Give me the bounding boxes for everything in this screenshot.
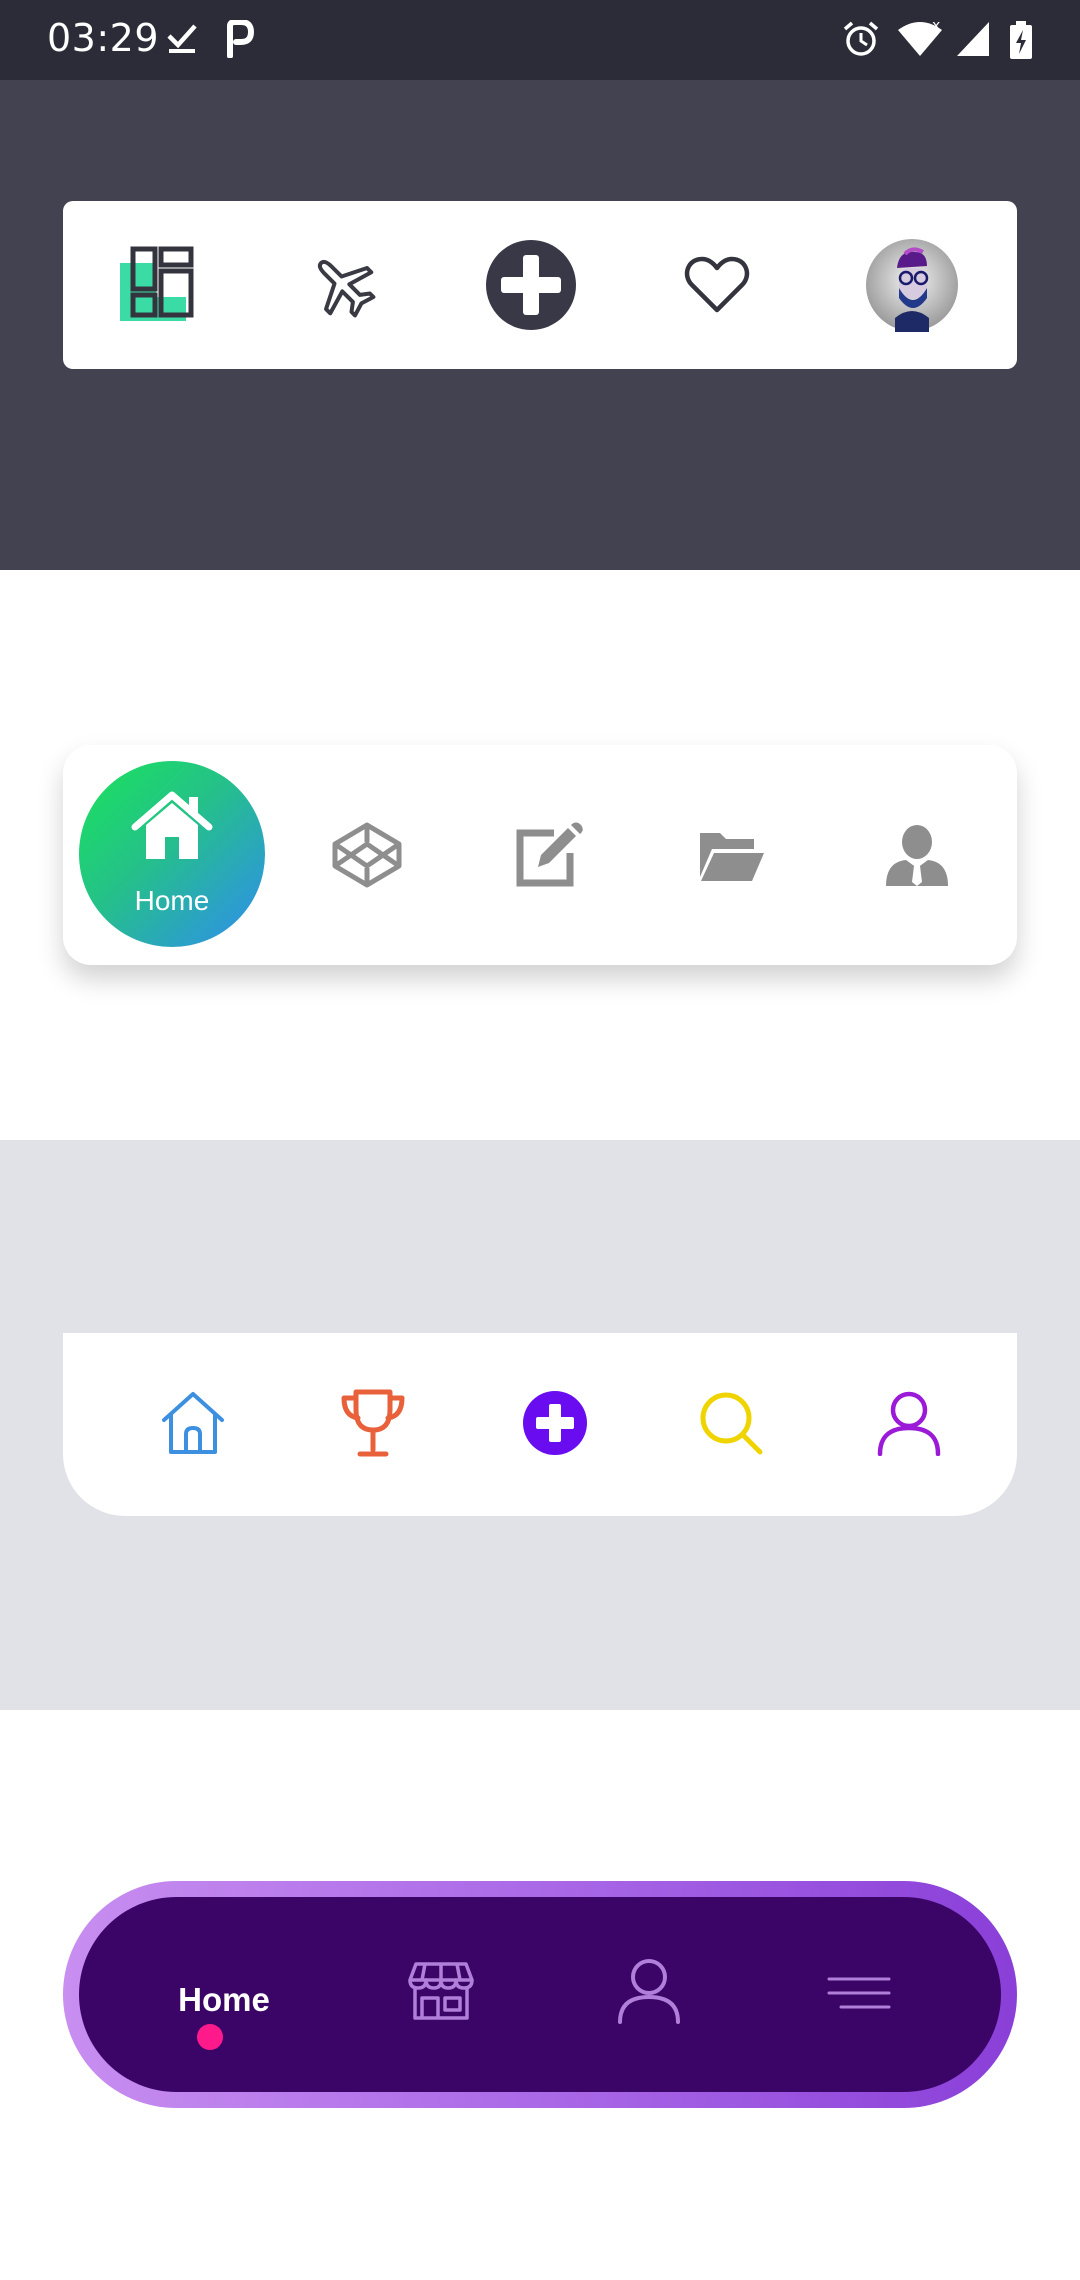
- bottom-nav-2: Home: [63, 745, 1017, 965]
- nav2-item-edit[interactable]: [495, 815, 603, 895]
- dashboard-icon: [117, 245, 197, 325]
- nav4-item-store[interactable]: [399, 1949, 483, 2033]
- p-notification-icon: [224, 20, 254, 58]
- menu-lines-icon: [827, 1975, 891, 2011]
- nav3-item-home[interactable]: [139, 1383, 247, 1463]
- nav3-item-trophy[interactable]: [319, 1383, 427, 1463]
- avatar: [865, 238, 959, 332]
- user-outline-icon: [617, 1958, 681, 2024]
- nav2-item-profile[interactable]: [863, 815, 971, 895]
- heart-icon: [684, 255, 750, 315]
- add-circle-icon: [485, 239, 577, 331]
- nav2-item-home[interactable]: Home: [79, 761, 265, 947]
- nav1-item-dashboard[interactable]: [103, 245, 211, 325]
- nav1-item-travel[interactable]: [289, 245, 397, 325]
- svg-text:x: x: [932, 20, 940, 34]
- home-outline-icon: [160, 1390, 226, 1456]
- nav4-item-home[interactable]: Home: [173, 1981, 275, 2019]
- nav3-item-search[interactable]: [677, 1383, 785, 1463]
- codepen-cube-icon: [332, 822, 402, 888]
- nav3-item-add[interactable]: [501, 1379, 609, 1467]
- search-icon: [698, 1390, 764, 1456]
- add-circle-icon: [522, 1390, 588, 1456]
- store-icon: [408, 1960, 474, 2022]
- status-bar: 03:29 x: [0, 0, 1080, 80]
- nav2-home-label: Home: [134, 885, 210, 916]
- active-indicator-dot: [197, 2024, 223, 2050]
- nav2-item-codepen[interactable]: [313, 815, 421, 895]
- status-time: 03:29: [47, 16, 160, 60]
- nav4-item-menu[interactable]: [817, 1953, 901, 2033]
- nav2-item-folder[interactable]: [678, 815, 786, 895]
- check-icon: [166, 20, 198, 56]
- user-tie-icon: [884, 824, 950, 886]
- folder-open-icon: [698, 827, 766, 883]
- wifi-icon: x: [896, 20, 944, 58]
- alarm-icon: [842, 20, 880, 58]
- nav4-item-profile[interactable]: [607, 1949, 691, 2033]
- nav1-item-favorites[interactable]: [663, 245, 771, 325]
- trophy-icon: [340, 1388, 406, 1458]
- bottom-nav-4: Home: [63, 1881, 1017, 2108]
- edit-icon: [514, 821, 584, 889]
- signal-icon: [955, 20, 991, 58]
- bottom-nav-3: [63, 1333, 1017, 1516]
- bottom-nav-1: [63, 201, 1017, 369]
- nav1-item-profile[interactable]: [864, 237, 960, 333]
- airplane-icon: [308, 250, 378, 320]
- nav3-item-profile[interactable]: [855, 1383, 963, 1463]
- nav1-item-add[interactable]: [477, 237, 585, 333]
- bottom-nav-4-inner: Home: [79, 1897, 1001, 2092]
- battery-charging-icon: [1009, 20, 1033, 60]
- home-icon: [131, 791, 213, 861]
- user-outline-icon: [876, 1390, 942, 1456]
